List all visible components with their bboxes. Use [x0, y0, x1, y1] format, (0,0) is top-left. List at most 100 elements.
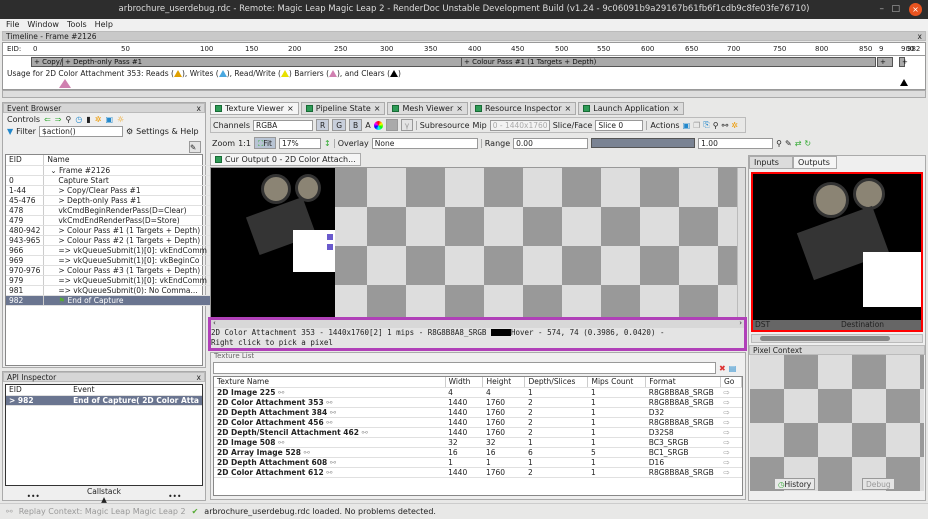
texture-row[interactable]: 2D Color Attachment 456 ⚯ 1440 1760 2 1 R8G8B…	[214, 417, 742, 428]
checkerboard-icon[interactable]	[385, 119, 398, 131]
event-tree[interactable]: EID Name ⌄ Frame #2126 0 Capture Start 1-44 >…	[5, 154, 210, 366]
mip-select[interactable]: 0 - 1440x1760	[489, 119, 550, 131]
go-arrow-icon[interactable]: ⇨	[720, 397, 742, 408]
texture-row[interactable]: 2D Image 508 ⚯ 32 32 1 1 BC3_SRGB ⇨	[214, 437, 742, 448]
range-slider[interactable]	[591, 138, 696, 148]
api-inspector-close-button[interactable]: x	[197, 373, 201, 382]
timeline-pass[interactable]: + Depth-only Pass #1	[62, 57, 519, 67]
more-left-handle[interactable]: •••	[27, 492, 40, 501]
api-event-row[interactable]: > 982 End of Capture( 2D Color Atta	[6, 395, 202, 406]
go-arrow-icon[interactable]: ⇨	[720, 387, 742, 398]
bookmark-icon[interactable]: ▮	[86, 115, 90, 124]
edit-icon[interactable]: ✎	[189, 141, 201, 153]
event-row[interactable]: 1-44 > Copy/Clear Pass #1	[6, 185, 210, 196]
status-hscrollbar[interactable]: ‹ ›	[211, 320, 744, 328]
reset-range-icon[interactable]: ↻	[804, 139, 811, 148]
api-event-list[interactable]: EID Event > 982 End of Capture( 2D Color A…	[5, 384, 203, 486]
go-arrow-icon[interactable]: ⇨	[720, 427, 742, 438]
event-row[interactable]: 970-976 > Colour Pass #3 (1 Targets + Dep…	[6, 265, 210, 276]
texture-row[interactable]: 2D Depth Attachment 384 ⚯ 1440 1760 2 1 D32 ⇨	[214, 407, 742, 418]
texture-canvas[interactable]	[210, 167, 746, 319]
channel-g-toggle[interactable]: G	[332, 119, 347, 131]
overlay-select[interactable]: None	[371, 137, 478, 149]
event-row[interactable]: 969 => vkQueueSubmit(1)[0]: vkBeginCo	[6, 255, 210, 266]
go-arrow-icon[interactable]: ⇨	[720, 467, 742, 478]
history-button[interactable]: ◷History	[774, 478, 816, 490]
event-row[interactable]: 966 => vkQueueSubmit(1)[0]: vkEndComm	[6, 245, 210, 256]
tab-resource-inspector[interactable]: Resource Inspector ×	[469, 102, 577, 115]
column-header[interactable]: Height	[482, 377, 526, 388]
timeline-pass[interactable]: + Colour Pass #1 (1 Targets + Depth)	[461, 57, 876, 67]
more-right-handle[interactable]: •••	[168, 492, 181, 501]
timeline-close-button[interactable]: x	[918, 32, 922, 41]
timer-icon[interactable]: ◷	[75, 115, 82, 124]
column-header[interactable]: Format	[645, 377, 721, 388]
range-min-input[interactable]: 0.00	[513, 137, 589, 149]
go-arrow-icon[interactable]: ⇨	[720, 407, 742, 418]
column-header[interactable]: Width	[445, 377, 484, 388]
debug-button[interactable]: Debug	[862, 478, 895, 490]
fit-button[interactable]: ⛶Fit	[253, 137, 276, 149]
event-row[interactable]: 982 ⚑ End of Capture	[6, 295, 210, 306]
find-icon[interactable]: ⚲	[713, 121, 719, 130]
filter-input[interactable]: $action()	[38, 126, 123, 137]
texture-row[interactable]: 2D Color Attachment 353 ⚯ 1440 1760 2 1 R8G8B…	[214, 397, 742, 408]
settings-help-button[interactable]: Settings & Help	[136, 127, 198, 136]
texture-row[interactable]: 2D Depth/Stencil Attachment 462 ⚯ 1440 176…	[214, 427, 742, 438]
channel-b-toggle[interactable]: B	[349, 119, 363, 131]
tab-cur-output[interactable]: Cur Output 0 - 2D Color Attach...	[210, 153, 361, 166]
settings-sun-icon[interactable]: ✲	[731, 121, 738, 130]
column-header[interactable]: Depth/Slices	[524, 377, 589, 388]
event-row[interactable]: 479 vkCmdEndRenderPass(D=Store)	[6, 215, 210, 226]
event-row[interactable]: 0 Capture Start	[6, 175, 210, 186]
channel-a-toggle[interactable]: A	[365, 121, 370, 130]
flip-icon[interactable]: ↕	[324, 139, 331, 148]
column-header[interactable]: Mips Count	[587, 377, 647, 388]
tab-close-icon[interactable]: ×	[565, 103, 572, 115]
range-max-input[interactable]: 1.00	[698, 137, 774, 149]
zoom-select[interactable]: 17%	[278, 137, 321, 149]
timeline-pass[interactable]: +	[899, 57, 908, 67]
copy-icon[interactable]: ❐	[693, 121, 700, 130]
replay-context-label[interactable]: Replay Context: Magic Leap Magic Leap 2	[19, 507, 186, 516]
slice-select[interactable]: Slice 0	[595, 119, 644, 131]
timeline-pass[interactable]: +	[877, 57, 893, 67]
link-icon[interactable]: ⚯	[722, 121, 729, 130]
tab-texture-viewer[interactable]: Texture Viewer ×	[210, 102, 299, 115]
auto-fit-icon[interactable]: ⇄	[795, 139, 802, 148]
link-icon[interactable]: ⚯	[362, 428, 368, 437]
link-icon[interactable]: ⚯	[330, 458, 336, 467]
column-eid[interactable]: EID	[6, 155, 45, 166]
channel-r-toggle[interactable]: R	[316, 119, 330, 131]
open-icon[interactable]: ⎘	[703, 120, 709, 130]
tab-outputs[interactable]: Outputs	[793, 156, 837, 169]
tab-inputs[interactable]: Inputs	[749, 156, 793, 169]
link-icon[interactable]: ⚯	[278, 388, 284, 397]
tab-close-icon[interactable]: ×	[374, 103, 381, 115]
link-icon[interactable]: ⚯	[326, 418, 332, 427]
pixel-context-view[interactable]: ◷History Debug	[750, 355, 924, 491]
color-wheel-icon[interactable]	[373, 120, 383, 130]
column-header[interactable]: Go	[720, 377, 742, 388]
texture-row[interactable]: 2D Image 225 ⚯ 4 4 1 1 R8G8B8A8_SRGB ⇨	[214, 387, 742, 398]
go-arrow-icon[interactable]: ⇨	[720, 417, 742, 428]
event-row[interactable]: 943-965 > Colour Pass #2 (1 Targets + Dep…	[6, 235, 210, 246]
close-window-button[interactable]: ×	[909, 3, 922, 16]
tab-close-icon[interactable]: ×	[456, 103, 463, 115]
pick-icon[interactable]: ✎	[785, 139, 792, 148]
event-row[interactable]: ⌄ Frame #2126	[6, 165, 210, 176]
gamma-icon[interactable]: γ	[400, 119, 413, 131]
clear-filter-icon[interactable]: ✖	[719, 364, 726, 373]
go-arrow-icon[interactable]: ⇨	[720, 437, 742, 448]
save-texture-icon[interactable]: ▣	[683, 121, 691, 130]
texture-vscrollbar[interactable]	[737, 168, 745, 319]
timeline-panel[interactable]: EID: 0 50 100 150 200 250 300 350 400 450 500 550 60…	[2, 42, 926, 90]
tab-mesh-viewer[interactable]: Mesh Viewer ×	[387, 102, 468, 115]
forward-arrow-icon[interactable]: ⇒	[55, 115, 62, 124]
tab-pipeline-state[interactable]: Pipeline State ×	[300, 102, 386, 115]
minimize-button[interactable]: –	[880, 0, 885, 19]
event-row[interactable]: 45-476 > Depth-only Pass #1	[6, 195, 210, 206]
texture-filter-input[interactable]	[213, 362, 716, 374]
menu-window[interactable]: Window	[27, 19, 59, 31]
maximize-button[interactable]: □	[891, 0, 900, 19]
